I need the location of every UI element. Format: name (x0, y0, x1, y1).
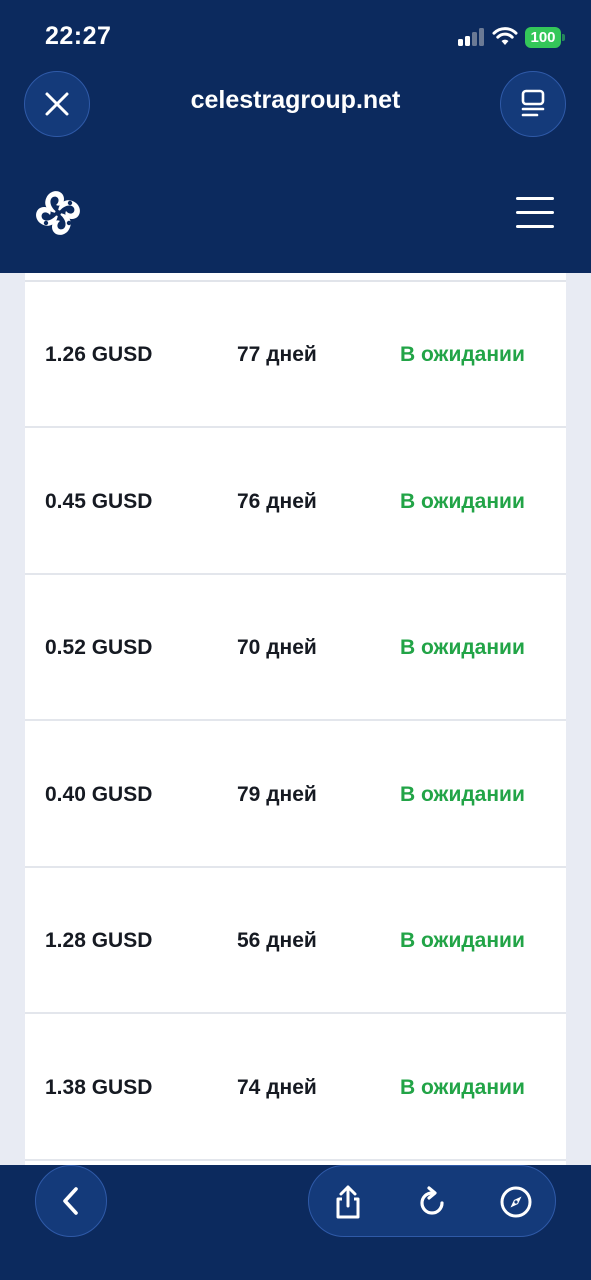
compass-icon (500, 1186, 532, 1218)
amount-cell: 0.45 GUSD (45, 490, 153, 513)
amount-cell: 1.28 GUSD (45, 929, 153, 952)
share-button[interactable] (330, 1184, 366, 1220)
status-cell: В ожидании (400, 636, 525, 659)
share-icon (336, 1185, 360, 1219)
wifi-icon (492, 27, 518, 45)
reload-button[interactable] (414, 1184, 450, 1220)
close-button[interactable] (24, 71, 90, 137)
days-cell: 79 дней (237, 783, 317, 806)
days-cell: 76 дней (237, 490, 317, 513)
battery-icon: 100 (525, 27, 565, 48)
deposits-list: 1.26 GUSD 77 дней В ожидании 0.45 GUSD 7… (25, 273, 566, 1165)
days-cell: 77 дней (237, 343, 317, 366)
status-time: 22:27 (45, 22, 112, 50)
close-icon (45, 92, 69, 116)
status-cell: В ожидании (400, 783, 525, 806)
chevron-left-icon (63, 1187, 78, 1215)
status-cell: В ожидании (400, 343, 525, 366)
hamburger-menu-icon[interactable] (516, 197, 556, 229)
browser-header: 22:27 100 celestragroup.net (0, 0, 591, 273)
status-cell: В ожидании (400, 490, 525, 513)
reload-icon (420, 1186, 444, 1215)
amount-cell: 1.26 GUSD (45, 343, 153, 366)
days-cell: 70 дней (237, 636, 317, 659)
toolbar-actions (308, 1165, 556, 1237)
tabs-button[interactable] (500, 71, 566, 137)
table-row: 1.28 GUSD 56 дней В ожидании (25, 868, 566, 1014)
amount-cell: 1.38 GUSD (45, 1076, 153, 1099)
amount-cell: 0.40 GUSD (45, 783, 153, 806)
battery-level: 100 (525, 27, 561, 48)
status-cell: В ожидании (400, 929, 525, 952)
back-button[interactable] (35, 1165, 107, 1237)
table-row: 1.38 GUSD 74 дней В ожидании (25, 1015, 566, 1161)
status-cell: В ожидании (400, 1076, 525, 1099)
table-row: 0.52 GUSD 70 дней В ожидании (25, 575, 566, 721)
table-row: 0.40 GUSD 79 дней В ожидании (25, 722, 566, 868)
days-cell: 56 дней (237, 929, 317, 952)
table-row: 1.26 GUSD 77 дней В ожидании (25, 282, 566, 428)
celestra-logo (36, 191, 80, 235)
compass-button[interactable] (498, 1184, 534, 1220)
days-cell: 74 дней (237, 1076, 317, 1099)
table-row: 0.45 GUSD 76 дней В ожидании (25, 429, 566, 575)
tabs-icon (521, 89, 545, 117)
amount-cell: 0.52 GUSD (45, 636, 153, 659)
address-bar-url[interactable]: celestragroup.net (120, 86, 471, 115)
cellular-signal-icon (458, 28, 486, 46)
